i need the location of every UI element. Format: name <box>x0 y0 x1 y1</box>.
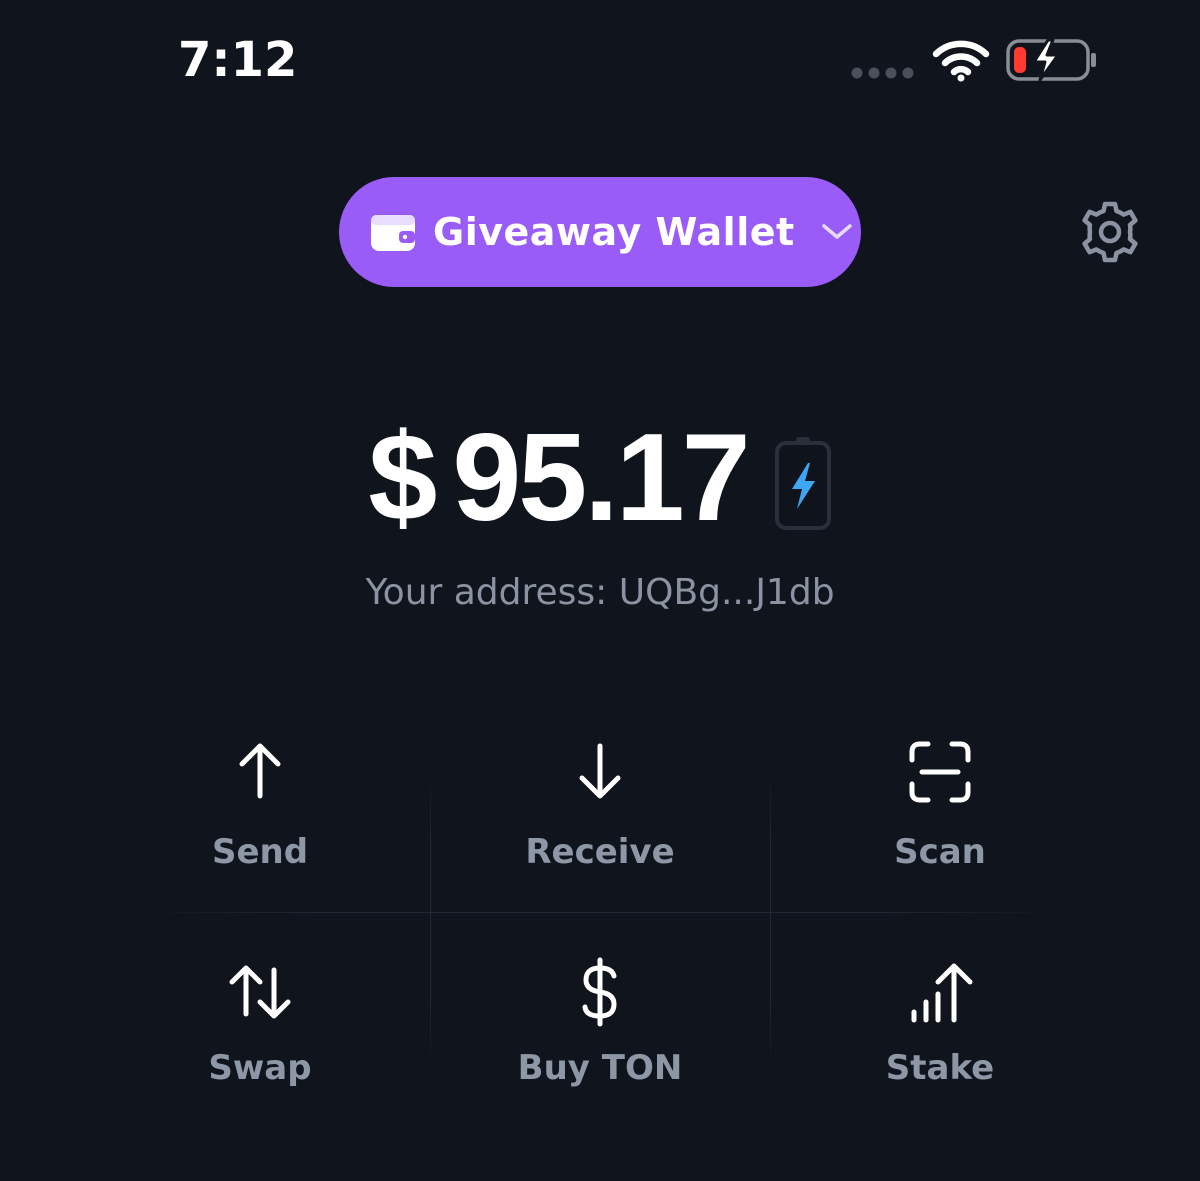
send-button[interactable]: Send <box>90 690 430 912</box>
action-grid: Send Receive Scan Swap Buy TON Stake <box>90 690 1110 1140</box>
balance-display: $95.17 <box>0 408 1200 548</box>
scan-button[interactable]: Scan <box>770 690 1110 912</box>
buy-ton-button[interactable]: Buy TON <box>430 912 770 1134</box>
balance-value: 95.17 <box>452 409 750 547</box>
send-label: Send <box>211 832 309 872</box>
swap-button[interactable]: Swap <box>90 912 430 1134</box>
gear-icon[interactable] <box>1078 200 1142 264</box>
chevron-down-icon <box>821 224 852 239</box>
stake-label: Stake <box>885 1048 995 1088</box>
swap-icon <box>229 965 291 1019</box>
arrow-up-icon <box>239 743 281 799</box>
stake-button[interactable]: Stake <box>770 912 1110 1134</box>
battery-lightning-icon[interactable] <box>774 435 832 531</box>
wallet-screen: 7:12 Giveaway Wallet $ 95.17 Your addres… <box>0 0 1200 1181</box>
receive-button[interactable]: Receive <box>430 690 770 912</box>
scan-label: Scan <box>894 832 986 872</box>
wallet-address[interactable]: Your address: UQBg...J1db <box>0 572 1200 613</box>
status-time: 7:12 <box>178 32 298 88</box>
buy-ton-label: Buy TON <box>517 1048 683 1088</box>
scan-icon <box>909 741 971 803</box>
wifi-icon <box>932 40 990 82</box>
stake-icon <box>911 963 973 1023</box>
wallet-name: Giveaway Wallet <box>433 210 795 254</box>
currency-symbol: $ <box>368 409 437 547</box>
balance-amount: $95.17 <box>368 416 750 540</box>
wallet-selector-button[interactable]: Giveaway Wallet <box>339 177 861 287</box>
receive-label: Receive <box>525 832 675 872</box>
dollar-icon <box>582 957 617 1027</box>
cellular-signal-icon <box>851 67 914 79</box>
swap-label: Swap <box>208 1048 312 1088</box>
arrow-down-icon <box>579 743 621 799</box>
wallet-icon <box>371 215 415 251</box>
battery-charging-icon <box>1006 38 1096 82</box>
